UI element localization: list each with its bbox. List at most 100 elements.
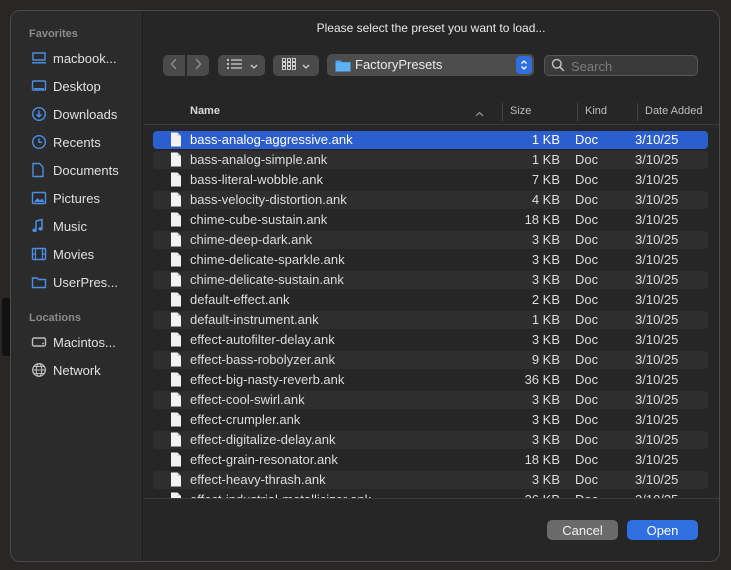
file-name: bass-literal-wobble.ank bbox=[190, 172, 323, 187]
sidebar-item-label: Desktop bbox=[53, 78, 101, 94]
location-popup[interactable]: FactoryPresets bbox=[327, 54, 534, 76]
file-row[interactable]: bass-analog-aggressive.ank 1 KB Doc 3/10/25 bbox=[153, 131, 708, 149]
file-size: 18 KB bbox=[524, 452, 560, 467]
file-name: effect-heavy-thrash.ank bbox=[190, 472, 326, 487]
file-date-added: 3/10/25 bbox=[635, 172, 679, 187]
file-kind: Doc bbox=[575, 232, 599, 247]
file-kind: Doc bbox=[575, 352, 599, 367]
file-row[interactable]: effect-digitalize-delay.ank 3 KB Doc 3/10/2… bbox=[153, 431, 708, 449]
sidebar-item-label: Movies bbox=[53, 246, 95, 262]
disk-icon bbox=[31, 335, 53, 349]
file-size: 9 KB bbox=[531, 352, 560, 367]
file-kind: Doc bbox=[575, 172, 599, 187]
sidebar-item-desktop[interactable]: Desktop bbox=[25, 73, 137, 99]
grid-icon bbox=[282, 57, 296, 75]
dialog-footer: Cancel Open bbox=[143, 498, 719, 561]
chevron-up-icon bbox=[475, 108, 484, 120]
file-date-added: 3/10/25 bbox=[635, 352, 679, 367]
list-icon bbox=[226, 57, 244, 75]
file-date-added: 3/10/25 bbox=[635, 232, 679, 247]
file-row[interactable]: effect-big-nasty-reverb.ank 36 KB Doc 3/10/… bbox=[153, 371, 708, 389]
file-row[interactable]: chime-cube-sustain.ank 18 KB Doc 3/10/25 bbox=[153, 211, 708, 229]
file-row[interactable]: effect-industrial-metallicizer.ank36 KBD… bbox=[153, 491, 708, 498]
back-forward-controls bbox=[162, 55, 210, 76]
grid-view-button[interactable] bbox=[273, 55, 319, 76]
sidebar-item-label: UserPres... bbox=[53, 274, 119, 290]
forward-button[interactable] bbox=[187, 55, 209, 76]
column-header-kind[interactable]: Kind bbox=[585, 105, 607, 117]
download-icon bbox=[31, 106, 53, 122]
cancel-button[interactable]: Cancel bbox=[547, 520, 618, 540]
file-size: 1 KB bbox=[531, 132, 560, 147]
file-date-added: 3/10/25 bbox=[635, 452, 679, 467]
document-file-icon bbox=[170, 412, 182, 430]
document-file-icon bbox=[170, 292, 182, 310]
file-date-added: 3/10/25 bbox=[635, 212, 679, 227]
file-row[interactable]: effect-heavy-thrash.ank 3 KB Doc 3/10/25 bbox=[153, 471, 708, 489]
file-date-added: 3/10/25 bbox=[635, 392, 679, 407]
chevron-left-icon bbox=[170, 57, 178, 75]
file-name: bass-analog-simple.ank bbox=[190, 152, 328, 167]
sidebar-item-network[interactable]: Network bbox=[25, 357, 137, 383]
file-row[interactable]: bass-analog-simple.ank 1 KB Doc 3/10/25 bbox=[153, 151, 708, 169]
file-size: 2 KB bbox=[531, 292, 560, 307]
file-name: chime-cube-sustain.ank bbox=[190, 212, 328, 227]
file-row[interactable]: chime-delicate-sparkle.ank 3 KB Doc 3/10/25 bbox=[153, 251, 708, 269]
file-kind: Doc bbox=[575, 132, 599, 147]
file-row[interactable]: bass-velocity-distortion.ank 4 KB Doc 3/10/… bbox=[153, 191, 708, 209]
sidebar-item-recents[interactable]: Recents bbox=[25, 129, 137, 155]
search-field[interactable] bbox=[544, 55, 698, 76]
file-size: 3 KB bbox=[531, 432, 560, 447]
sidebar-item-label: Downloads bbox=[53, 106, 118, 122]
file-kind: Doc bbox=[575, 152, 599, 167]
globe-icon bbox=[31, 362, 53, 378]
file-name: chime-deep-dark.ank bbox=[190, 232, 313, 247]
file-row[interactable]: default-instrument.ank 1 KB Doc 3/10/25 bbox=[153, 311, 708, 329]
file-row[interactable]: chime-delicate-sustain.ank 3 KB Doc 3/10/25 bbox=[153, 271, 708, 289]
file-row[interactable]: effect-crumpler.ank 3 KB Doc 3/10/25 bbox=[153, 411, 708, 429]
sidebar-item-documents[interactable]: Documents bbox=[25, 157, 137, 183]
dialog-title: Please select the preset you want to loa… bbox=[316, 21, 546, 35]
file-browser: Please select the preset you want to loa… bbox=[143, 11, 719, 561]
file-name: default-effect.ank bbox=[190, 292, 290, 307]
sidebar-item-label: Recents bbox=[53, 134, 101, 150]
file-row[interactable]: effect-cool-swirl.ank 3 KB Doc 3/10/25 bbox=[153, 391, 708, 409]
file-kind: Doc bbox=[575, 192, 599, 207]
sidebar-item-userpresets[interactable]: UserPres... bbox=[25, 269, 137, 295]
laptop-icon bbox=[31, 51, 53, 65]
column-header: Name Size Kind Date Added bbox=[143, 100, 719, 125]
column-header-size[interactable]: Size bbox=[510, 105, 531, 117]
file-row[interactable]: effect-bass-robolyzer.ank 9 KB Doc 3/10/25 bbox=[153, 351, 708, 369]
file-row[interactable]: effect-grain-resonator.ank 18 KB Doc 3/10/2… bbox=[153, 451, 708, 469]
file-row[interactable]: default-effect.ank 2 KB Doc 3/10/25 bbox=[153, 291, 708, 309]
list-view-button[interactable] bbox=[218, 55, 265, 76]
desktop-icon bbox=[31, 79, 53, 93]
sidebar-item-label: Documents bbox=[53, 162, 119, 178]
file-date-added: 3/10/25 bbox=[635, 252, 679, 267]
sidebar-item-music[interactable]: Music bbox=[25, 213, 137, 239]
file-row[interactable]: bass-literal-wobble.ank 7 KB Doc 3/10/25 bbox=[153, 171, 708, 189]
sidebar-item-movies[interactable]: Movies bbox=[25, 241, 137, 267]
document-file-icon bbox=[170, 392, 182, 410]
sidebar-item-downloads[interactable]: Downloads bbox=[25, 101, 137, 127]
document-icon bbox=[31, 162, 53, 178]
file-size: 3 KB bbox=[531, 272, 560, 287]
sidebar-item-macintosh-hd[interactable]: Macintos... bbox=[25, 329, 137, 355]
column-header-name[interactable]: Name bbox=[190, 105, 220, 117]
document-file-icon bbox=[170, 312, 182, 330]
sidebar-item-macbook[interactable]: macbook... bbox=[25, 45, 137, 71]
document-file-icon bbox=[170, 432, 182, 450]
file-row[interactable]: chime-deep-dark.ank 3 KB Doc 3/10/25 bbox=[153, 231, 708, 249]
file-date-added: 3/10/25 bbox=[635, 132, 679, 147]
sidebar: Favorites macbook... Desktop Downloads R… bbox=[11, 11, 143, 561]
search-input[interactable] bbox=[569, 57, 693, 75]
back-button[interactable] bbox=[163, 55, 185, 76]
sidebar-item-pictures[interactable]: Pictures bbox=[25, 185, 137, 211]
file-row[interactable]: effect-autofilter-delay.ank 3 KB Doc 3/10/2… bbox=[153, 331, 708, 349]
file-size: 7 KB bbox=[531, 172, 560, 187]
folder-icon bbox=[335, 58, 351, 77]
sidebar-item-label: Network bbox=[53, 362, 101, 378]
open-button[interactable]: Open bbox=[627, 520, 698, 540]
column-header-date-added[interactable]: Date Added bbox=[645, 105, 703, 117]
file-date-added: 3/10/25 bbox=[635, 332, 679, 347]
